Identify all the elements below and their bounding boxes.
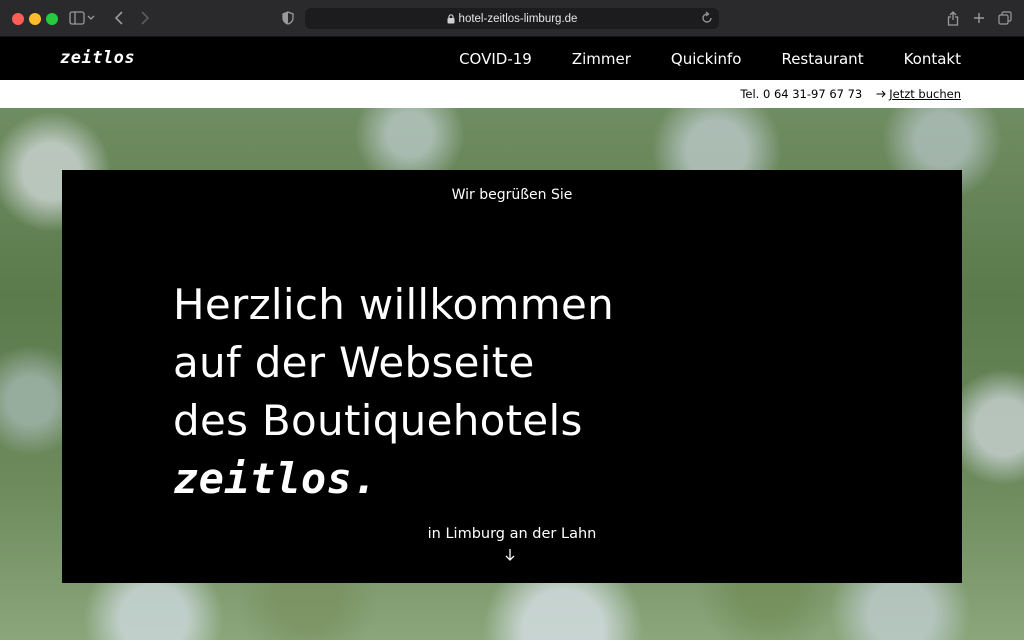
- headline-brand: zeitlos.: [173, 454, 378, 503]
- back-icon[interactable]: [110, 8, 128, 28]
- headline-line-3: des Boutiquehotels: [173, 396, 583, 445]
- contact-bar: Tel. 0 64 31-97 67 73 Jetzt buchen: [0, 80, 1024, 108]
- welcome-kicker: Wir begrüßen Sie: [451, 187, 573, 203]
- arrow-down-icon[interactable]: [503, 548, 517, 562]
- welcome-panel: Wir begrüßen Sie Herzlich willkommen auf…: [62, 170, 962, 583]
- privacy-shield-icon[interactable]: [280, 8, 296, 28]
- url-text: hotel-zeitlos-limburg.de: [458, 12, 578, 25]
- forward-icon[interactable]: [136, 8, 154, 28]
- site-logo[interactable]: zeitlos: [60, 48, 135, 68]
- nav-item-quickinfo[interactable]: Quickinfo: [671, 50, 742, 68]
- zoom-window-button[interactable]: [46, 13, 58, 25]
- sidebar-toggle-icon[interactable]: [68, 8, 96, 28]
- headline-line-2: auf der Webseite: [173, 338, 535, 387]
- new-tab-icon[interactable]: [970, 8, 988, 28]
- phone-number[interactable]: Tel. 0 64 31-97 67 73: [740, 87, 862, 101]
- nav-item-kontakt[interactable]: Kontakt: [904, 50, 961, 68]
- minimize-window-button[interactable]: [29, 13, 41, 25]
- arrow-right-icon: [876, 87, 886, 101]
- nav-item-covid[interactable]: COVID-19: [459, 50, 532, 68]
- address-bar[interactable]: hotel-zeitlos-limburg.de: [305, 8, 719, 29]
- book-now-label: Jetzt buchen: [889, 87, 961, 101]
- main-nav: COVID-19 Zimmer Quickinfo Restaurant Kon…: [459, 37, 961, 80]
- nav-item-restaurant[interactable]: Restaurant: [781, 50, 863, 68]
- tab-overview-icon[interactable]: [996, 8, 1014, 28]
- welcome-headline: Herzlich willkommen auf der Webseite des…: [173, 276, 614, 508]
- headline-line-1: Herzlich willkommen: [173, 280, 614, 329]
- share-icon[interactable]: [944, 8, 962, 28]
- browser-toolbar: hotel-zeitlos-limburg.de: [0, 0, 1024, 37]
- close-window-button[interactable]: [12, 13, 24, 25]
- nav-item-zimmer[interactable]: Zimmer: [572, 50, 631, 68]
- location-text: in Limburg an der Lahn: [427, 526, 597, 542]
- lock-icon: [447, 13, 455, 24]
- book-now-link[interactable]: Jetzt buchen: [876, 87, 961, 101]
- site-header: zeitlos COVID-19 Zimmer Quickinfo Restau…: [0, 37, 1024, 80]
- reload-icon[interactable]: [701, 11, 713, 25]
